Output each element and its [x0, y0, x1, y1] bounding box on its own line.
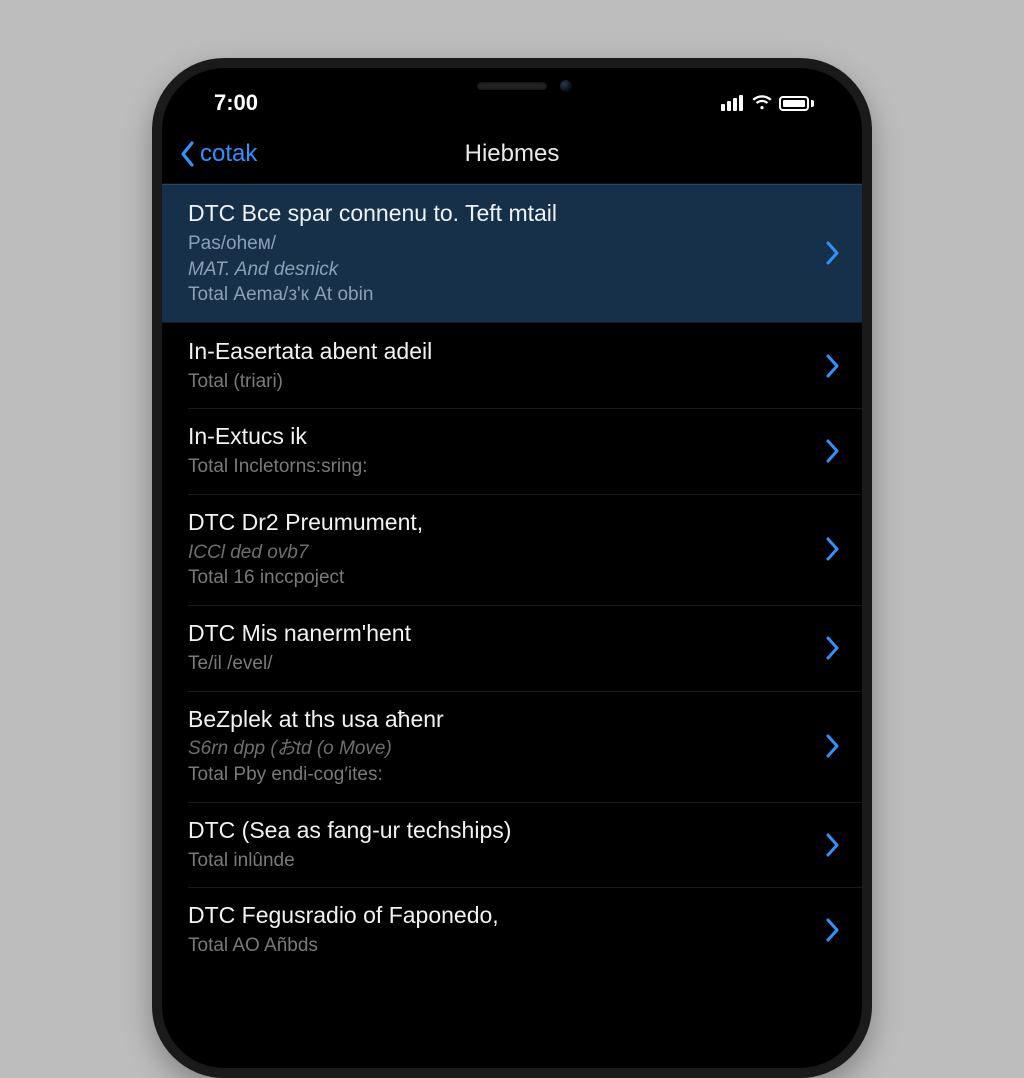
back-label: cotak: [200, 140, 257, 168]
list-item-subtitle: Total 16 inccpoject: [188, 565, 814, 591]
back-button[interactable]: cotak: [180, 140, 257, 168]
list-item-title: DTC Bce spar connenu to. Teft mtail: [188, 199, 814, 229]
list-item-subtitle: S6rn dpp (おtd (o Move): [188, 736, 814, 762]
chevron-right-icon: [826, 241, 840, 265]
list-item[interactable]: In-Easertata abent adeilTotal (triari): [162, 323, 862, 409]
list-item-subtitle: Te/il /evel/: [188, 651, 814, 677]
list-item-title: In-Extucs ik: [188, 422, 814, 452]
list-item[interactable]: DTC Fegusradio of Faponedo,Total AO Añbd…: [162, 887, 862, 973]
list-item-text: DTC Mis nanerm'hentTe/il /evel/: [188, 619, 814, 677]
list-item[interactable]: DTC Dr2 Preumument,ICCl ded ovb7Total 16…: [162, 494, 862, 605]
chevron-right-icon: [826, 354, 840, 378]
list-item-title: In-Easertata abent adeil: [188, 337, 814, 367]
wifi-icon: [751, 95, 771, 111]
phone-frame: 7:00: [152, 58, 872, 1078]
status-time: 7:00: [202, 90, 258, 116]
list-item-text: DTC Bce spar connenu to. Teft mtailPas/o…: [188, 199, 814, 308]
side-button-silence: [152, 238, 153, 274]
list-item-text: DTC Fegusradio of Faponedo,Total AO Añbd…: [188, 901, 814, 959]
list-item[interactable]: In-Extucs ikTotal Incletorns:sring:: [162, 408, 862, 494]
list-item-subtitle: Total Incletorns:sring:: [188, 454, 814, 480]
chevron-right-icon: [826, 734, 840, 758]
chevron-left-icon: [180, 141, 196, 167]
list-item-text: DTC Dr2 Preumument,ICCl ded ovb7Total 16…: [188, 508, 814, 591]
front-camera: [560, 80, 572, 92]
list-item-subtitle: Total Аema/з'к At obin: [188, 282, 814, 308]
list-item[interactable]: DTC Bce spar connenu to. Teft mtailPas/o…: [162, 184, 862, 323]
list-item-title: BeZplek at ths usa aћenr: [188, 705, 814, 735]
page-title: Hiebmes: [162, 140, 862, 168]
chevron-right-icon: [826, 636, 840, 660]
chevron-right-icon: [826, 833, 840, 857]
list-item-title: DTC Mis nanerm'hent: [188, 619, 814, 649]
side-button-power: [871, 308, 872, 408]
side-button-volume-down: [152, 378, 153, 442]
list-item-text: In-Extucs ikTotal Incletorns:sring:: [188, 422, 814, 480]
status-indicators: [721, 95, 822, 111]
chevron-right-icon: [826, 537, 840, 561]
list-item-text: BeZplek at ths usa aћenrS6rn dpp (おtd (o…: [188, 705, 814, 788]
notch: [372, 68, 652, 104]
list-item-subtitle: Total AO Añbds: [188, 933, 814, 959]
list-item-subtitle: Pas/ohем/: [188, 231, 814, 257]
cellular-icon: [721, 95, 743, 111]
screen: 7:00: [162, 68, 862, 1068]
speaker-grille: [477, 82, 547, 90]
list-item-title: DTC Fegusradio of Faponedo,: [188, 901, 814, 931]
list-item-subtitle: Total inlûnde: [188, 848, 814, 874]
list-item-text: In-Easertata abent adeilTotal (triari): [188, 337, 814, 395]
chevron-right-icon: [826, 918, 840, 942]
list-item[interactable]: DTC (Sea as fang-ur techships)Total inlû…: [162, 802, 862, 888]
battery-icon: [779, 96, 814, 111]
list-item[interactable]: BeZplek at ths usa aћenrS6rn dpp (おtd (o…: [162, 691, 862, 802]
list-item-subtitle: ICCl ded ovb7: [188, 540, 814, 566]
list-item-title: DTC Dr2 Preumument,: [188, 508, 814, 538]
list[interactable]: DTC Bce spar connenu to. Teft mtailPas/o…: [162, 184, 862, 973]
list-item-subtitle: Total Pby endi-cоg′ites:: [188, 762, 814, 788]
list-item-subtitle: MAT. And desnick: [188, 257, 814, 283]
nav-bar: cotak Hiebmes: [162, 124, 862, 184]
list-item-title: DTC (Sea as fang-ur techships): [188, 816, 814, 846]
list-item[interactable]: DTC Mis nanerm'hentTe/il /evel/: [162, 605, 862, 691]
list-item-text: DTC (Sea as fang-ur techships)Total inlû…: [188, 816, 814, 874]
list-item-subtitle: Total (triari): [188, 369, 814, 395]
side-button-volume-up: [152, 298, 153, 362]
chevron-right-icon: [826, 439, 840, 463]
